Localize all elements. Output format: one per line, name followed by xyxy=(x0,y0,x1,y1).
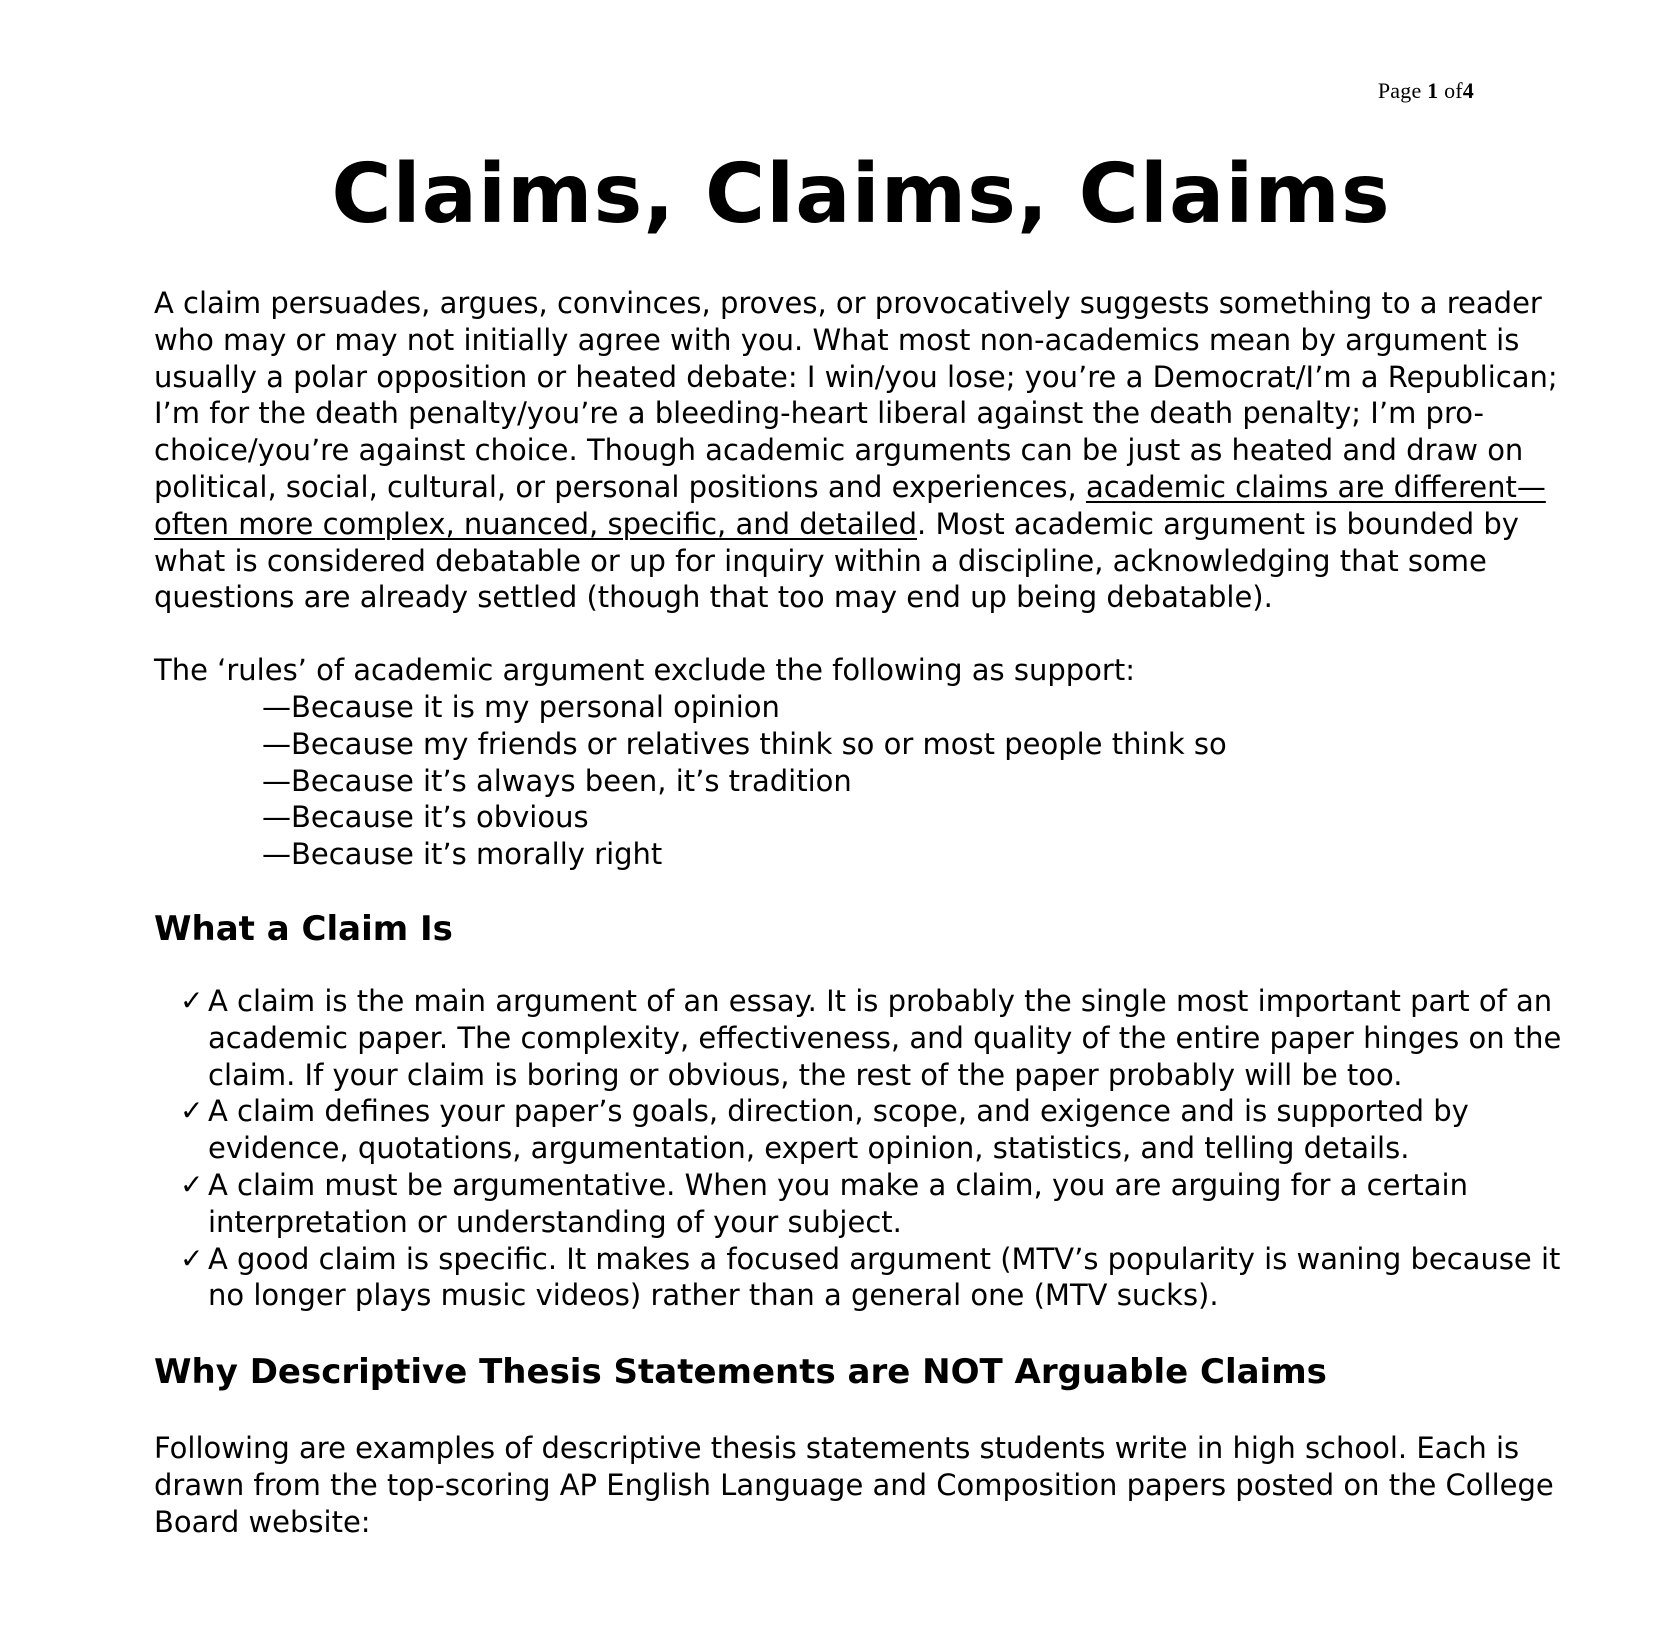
checkmark-icon: ✓ xyxy=(180,983,204,1017)
page-label: Page xyxy=(1377,78,1422,103)
checklist-item: ✓ A good claim is specific. It makes a f… xyxy=(180,1241,1564,1315)
rules-list-item: —Because it’s obvious xyxy=(262,800,589,835)
page-current: 1 xyxy=(1427,78,1439,103)
rules-lead: The ‘rules’ of academic argument exclude… xyxy=(154,653,1135,688)
checklist-item-text: A claim defines your paper’s goals, dire… xyxy=(208,1094,1469,1166)
claim-checklist: ✓ A claim is the main argument of an ess… xyxy=(154,983,1564,1314)
following-paragraph: Following are examples of descriptive th… xyxy=(154,1431,1554,1539)
intro-paragraph: A claim persuades, argues, convinces, pr… xyxy=(154,285,1564,616)
checklist-item-text: A claim is the main argument of an essay… xyxy=(208,983,1562,1092)
checklist-item: ✓ A claim must be argumentative. When yo… xyxy=(180,1167,1564,1241)
page-number: Page 1 of4 xyxy=(1378,78,1474,104)
page-of: of xyxy=(1444,78,1463,103)
checklist-item: ✓ A claim defines your paper’s goals, di… xyxy=(180,1093,1564,1167)
rules-list-item: —Because my friends or relatives think s… xyxy=(262,726,1227,761)
checkmark-icon: ✓ xyxy=(180,1241,204,1275)
checklist-item: ✓ A claim is the main argument of an ess… xyxy=(180,983,1564,1093)
document-title: Claims, Claims, Claims xyxy=(331,147,1391,242)
rules-list: —Because it is my personal opinion —Beca… xyxy=(154,689,1564,873)
section-heading-why-descriptive: Why Descriptive Thesis Statements are NO… xyxy=(154,1352,1327,1393)
checkmark-icon: ✓ xyxy=(180,1167,204,1201)
section-heading-what-a-claim-is: What a Claim Is xyxy=(154,908,453,949)
rules-list-item: —Because it is my personal opinion xyxy=(262,689,780,724)
rules-list-item: —Because it’s always been, it’s traditio… xyxy=(262,763,852,798)
page-total: 4 xyxy=(1462,78,1474,103)
document-body: A claim persuades, argues, convinces, pr… xyxy=(154,285,1564,1541)
checklist-item-text: A good claim is specific. It makes a foc… xyxy=(208,1241,1561,1313)
document-page: Page 1 of4 Claims, Claims, Claims A clai… xyxy=(0,0,1661,1649)
checkmark-icon: ✓ xyxy=(180,1094,204,1128)
checklist-item-text: A claim must be argumentative. When you … xyxy=(208,1167,1468,1239)
rules-list-item: —Because it’s morally right xyxy=(262,837,663,872)
